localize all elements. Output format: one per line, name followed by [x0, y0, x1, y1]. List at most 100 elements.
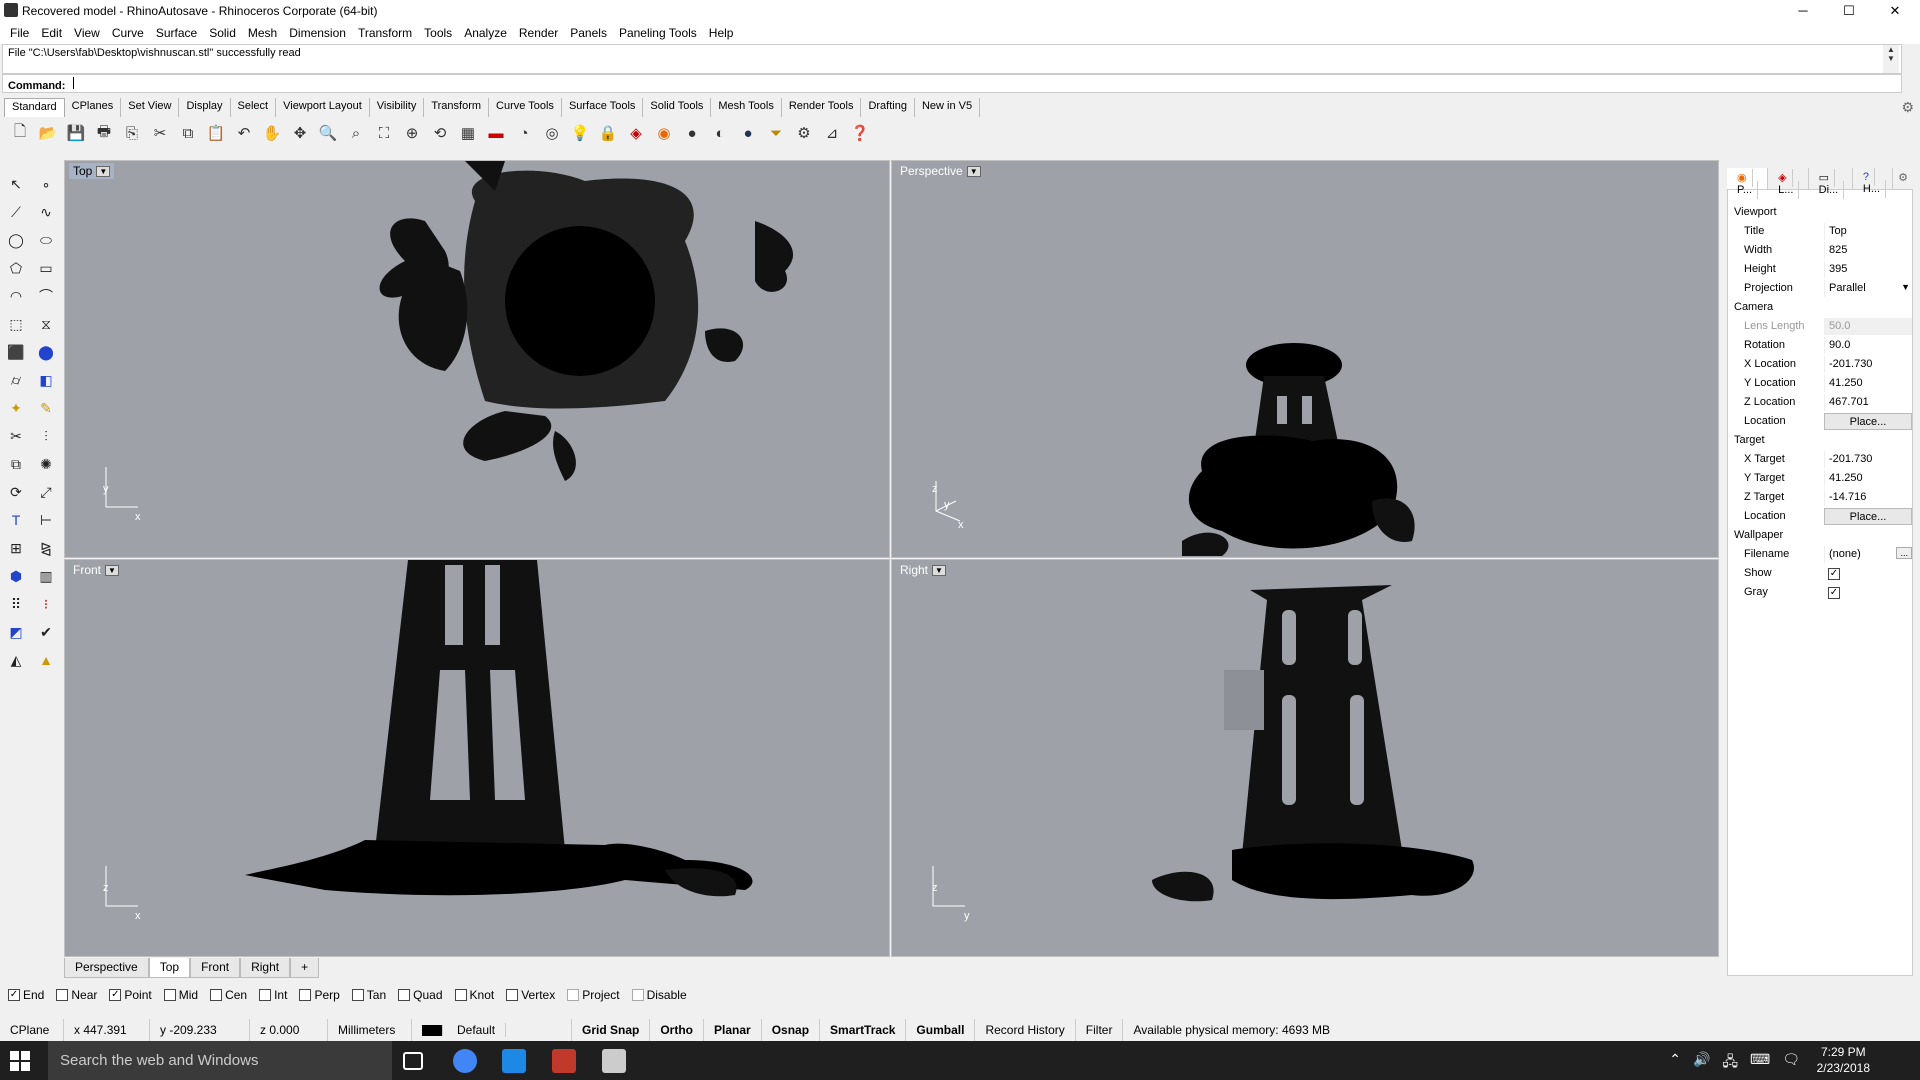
show-icon[interactable]: ◎ [540, 121, 564, 145]
checkbox-point[interactable]: ✓ [109, 989, 122, 1001]
prop-title-field[interactable]: Top [1824, 223, 1912, 240]
prop-x-target-field[interactable]: -201.730 [1824, 451, 1912, 468]
lock-icon[interactable]: 🔒 [596, 121, 620, 145]
taskbar-clock[interactable]: 7:29 PM 2/23/2018 [1817, 1044, 1870, 1076]
prop-z-target-field[interactable]: -14.716 [1824, 489, 1912, 506]
undo-icon[interactable]: ↶ [232, 121, 256, 145]
chrome-icon[interactable] [453, 1049, 477, 1073]
vp-tab-top[interactable]: Top [148, 958, 191, 978]
checkbox-knot[interactable] [454, 989, 467, 1001]
fillet-icon[interactable]: ⌒ [32, 282, 60, 310]
viewport-top[interactable]: Top ▼ y x [64, 160, 890, 558]
surface-icon[interactable]: ⬚ [2, 310, 30, 338]
prop-height-field[interactable]: 395 [1824, 261, 1912, 278]
material-icon[interactable]: ▲ [32, 646, 60, 674]
panel-tab-help[interactable]: ? H... [1853, 168, 1894, 198]
light-tool-icon[interactable]: ✦ [2, 394, 30, 422]
save-icon[interactable]: 💾 [64, 121, 88, 145]
osnap-disable[interactable]: Disable [631, 988, 687, 1002]
prop-y-location-field[interactable]: 41.250 [1824, 375, 1912, 392]
tab-cplanes[interactable]: CPlanes [65, 98, 122, 117]
boolean-icon[interactable]: ⬤ [32, 338, 60, 366]
osnap-end[interactable]: ✓ End [8, 988, 44, 1002]
osnap-near[interactable]: Near [56, 988, 97, 1002]
checkbox-near[interactable] [56, 989, 69, 1001]
loft-icon[interactable]: ⧖ [32, 310, 60, 338]
new-icon[interactable]: 🗋 [8, 121, 32, 145]
checkbox-tan[interactable] [351, 989, 364, 1001]
scale-icon[interactable]: ⤢ [32, 478, 60, 506]
network-icon[interactable]: 🖧 [1722, 1051, 1738, 1075]
status-record-history[interactable]: Record History [975, 1019, 1076, 1041]
cut-icon[interactable]: ✂ [148, 121, 172, 145]
status-gumball[interactable]: Gumball [906, 1019, 976, 1041]
panel-tab-layers[interactable]: ◈ L... [1768, 168, 1809, 199]
target-place-button[interactable]: Place... [1824, 508, 1912, 525]
osnap-mid[interactable]: Mid [163, 988, 198, 1002]
status-smarttrack[interactable]: SmartTrack [820, 1019, 907, 1041]
tab-transform[interactable]: Transform [424, 98, 490, 117]
command-history-scrollbar[interactable]: ▲ ▼ [1883, 45, 1899, 73]
tab-new-in-v5[interactable]: New in V5 [915, 98, 981, 117]
tab-select[interactable]: Select [231, 98, 277, 117]
tab-curve-tools[interactable]: Curve Tools [489, 98, 562, 117]
menu-transform[interactable]: Transform [352, 26, 418, 40]
zoom-window-icon[interactable]: ⌕ [344, 121, 368, 145]
checkbox-cen[interactable] [210, 989, 223, 1001]
status-osnap[interactable]: Osnap [762, 1019, 821, 1041]
menu-view[interactable]: View [68, 26, 106, 40]
checkbox-quad[interactable] [398, 989, 411, 1001]
viewport-menu-arrow-icon[interactable]: ▼ [96, 165, 111, 177]
panel-gear-icon[interactable]: ⚙ [1893, 168, 1913, 189]
sphere-icon[interactable]: ● [736, 121, 760, 145]
tab-display[interactable]: Display [179, 98, 231, 117]
car-icon[interactable]: ▬ [484, 121, 508, 145]
group-icon[interactable]: ⧉ [2, 450, 30, 478]
cylinder-icon[interactable]: ⌭ [2, 366, 30, 394]
zoom-selected-icon[interactable]: ⊕ [400, 121, 424, 145]
app-icon[interactable] [552, 1049, 576, 1073]
menu-file[interactable]: File [4, 26, 35, 40]
task-view-icon[interactable] [403, 1052, 423, 1070]
tab-mesh-tools[interactable]: Mesh Tools [711, 98, 782, 117]
zoom-extents-icon[interactable]: ⛶ [372, 121, 396, 145]
check-icon[interactable]: ✔ [32, 618, 60, 646]
status-layer[interactable]: Default [412, 1019, 572, 1041]
menu-surface[interactable]: Surface [150, 26, 203, 40]
grid-icon[interactable]: ▦ [456, 121, 480, 145]
checkbox-disable[interactable] [631, 989, 644, 1001]
polyline-icon[interactable]: ⟋ [2, 198, 30, 226]
osnap-knot[interactable]: Knot [454, 988, 494, 1002]
plane-icon[interactable]: ◧ [32, 366, 60, 394]
vp-tab-front[interactable]: Front [190, 958, 241, 978]
explode-icon[interactable]: ✺ [32, 450, 60, 478]
viewport-front-label[interactable]: Front ▼ [69, 562, 123, 578]
checkbox-vertex[interactable] [506, 989, 519, 1001]
keyboard-icon[interactable]: ⌨ [1750, 1051, 1770, 1075]
osnap-perp[interactable]: Perp [299, 988, 340, 1002]
paste-icon[interactable]: 📋 [204, 121, 228, 145]
checkbox-mid[interactable] [163, 989, 176, 1001]
dimension-icon[interactable]: ⊿ [820, 121, 844, 145]
pan-icon[interactable]: ✋ [260, 121, 284, 145]
tab-surface-tools[interactable]: Surface Tools [562, 98, 644, 117]
osnap-int[interactable]: Int [259, 988, 287, 1002]
tab-set-view[interactable]: Set View [121, 98, 180, 117]
print-icon[interactable]: 🖶 [92, 121, 116, 145]
show-checkbox[interactable]: ✓ [1828, 568, 1840, 580]
osnap-cen[interactable]: Cen [210, 988, 247, 1002]
status-cplane[interactable]: CPlane [0, 1019, 64, 1041]
status-ortho[interactable]: Ortho [650, 1019, 705, 1041]
circle-icon[interactable]: ◯ [2, 226, 30, 254]
checkbox-project[interactable] [567, 989, 580, 1001]
menu-analyze[interactable]: Analyze [458, 26, 513, 40]
tab-render-tools[interactable]: Render Tools [782, 98, 862, 117]
dim-icon[interactable]: ⊢ [32, 506, 60, 534]
menu-edit[interactable]: Edit [35, 26, 68, 40]
viewport-right[interactable]: Right ▼ z y [891, 559, 1719, 957]
layer-icon[interactable]: ◈ [624, 121, 648, 145]
status-units[interactable]: Millimeters [328, 1019, 412, 1041]
array-icon[interactable]: ⊞ [2, 534, 30, 562]
rhino-taskbar-icon[interactable] [602, 1049, 626, 1073]
taskbar-search-box[interactable]: Search the web and Windows [48, 1041, 392, 1080]
